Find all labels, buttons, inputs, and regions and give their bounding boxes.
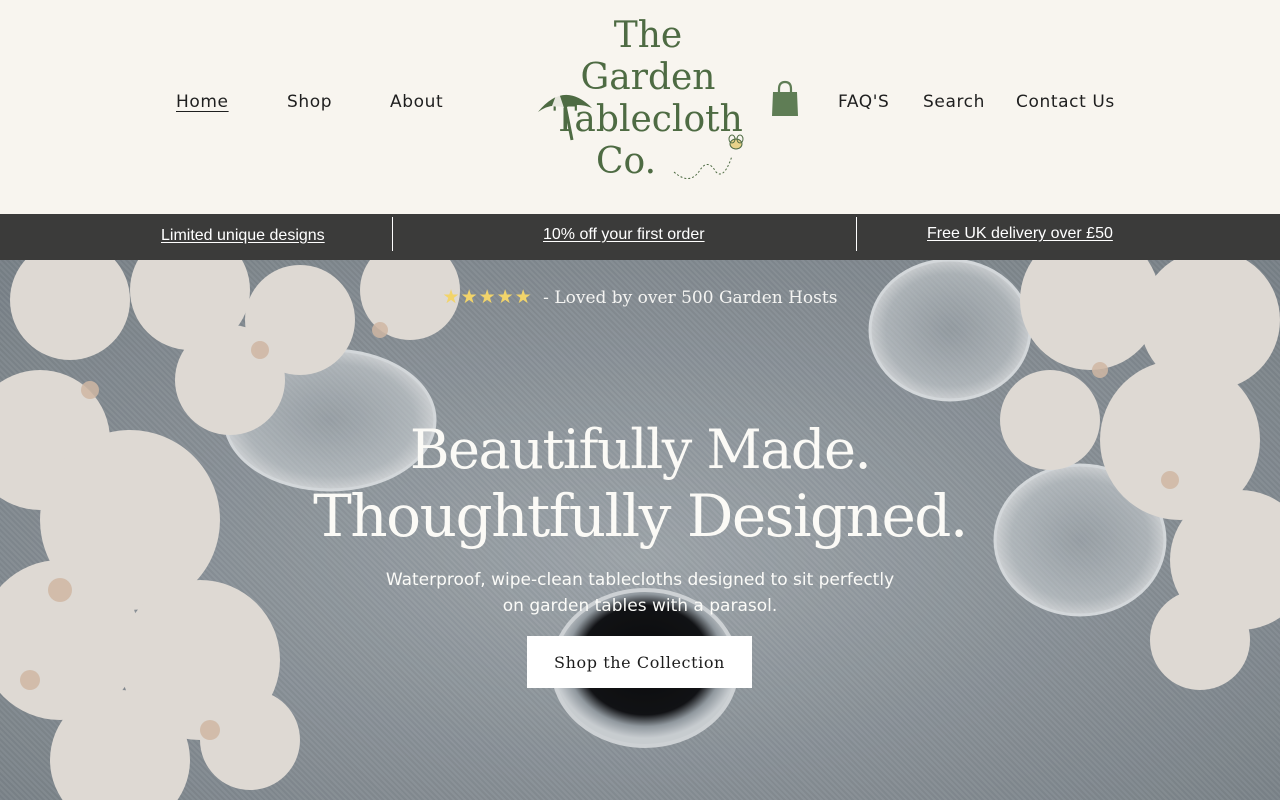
nav-home[interactable]: Home	[176, 92, 229, 112]
announcement-divider	[392, 217, 393, 251]
parasol-icon	[538, 90, 592, 141]
hero-subtext-line-2: on garden tables with a parasol.	[502, 596, 778, 616]
hero-headline-line-1: Beautifully Made.	[409, 418, 872, 481]
announcement-bar: Limited unique designs 10% off your firs…	[0, 214, 1280, 260]
site-header: Home Shop About The Garden Tablecloth Co…	[0, 0, 1280, 214]
logo-line-the: The	[613, 15, 683, 56]
nav-search[interactable]: Search	[923, 92, 985, 112]
reviews-text: - Loved by over 500 Garden Hosts	[543, 287, 838, 308]
shopping-bag-icon	[772, 80, 798, 116]
announcement-free-delivery[interactable]: Free UK delivery over £50	[927, 225, 1113, 243]
nav-about[interactable]: About	[390, 92, 443, 112]
nav-contact-us[interactable]: Contact Us	[1016, 92, 1115, 112]
announcement-limited-designs[interactable]: Limited unique designs	[161, 227, 325, 245]
announcement-divider	[856, 217, 857, 251]
hero-subtext-line-1: Waterproof, wipe-clean tablecloths desig…	[385, 570, 895, 590]
rating-stars: ★★★★★	[442, 287, 533, 308]
site-logo[interactable]: The Garden Tablecloth Co.	[530, 14, 750, 190]
hero-banner: ★★★★★ - Loved by over 500 Garden Hosts B…	[0, 260, 1280, 800]
bee-icon	[673, 134, 744, 179]
nav-shop[interactable]: Shop	[287, 92, 332, 112]
reviews-banner: ★★★★★ - Loved by over 500 Garden Hosts	[0, 286, 1280, 309]
shop-collection-button[interactable]: Shop the Collection	[527, 636, 752, 688]
nav-faqs[interactable]: FAQ'S	[838, 92, 889, 112]
hero-headline-line-2: Thoughtfully Designed.	[313, 482, 968, 550]
cart-button[interactable]	[770, 80, 800, 118]
announcement-first-order-discount[interactable]: 10% off your first order	[543, 226, 705, 244]
